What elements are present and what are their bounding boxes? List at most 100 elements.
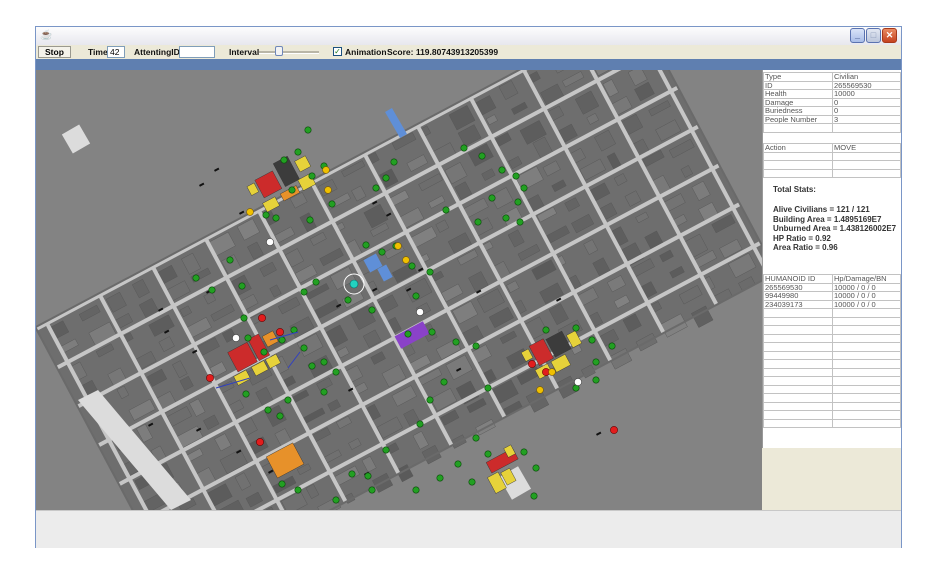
ambulance-team-agent [574, 378, 582, 386]
stat-hp-ratio: HP Ratio = 0.92 [773, 233, 831, 243]
fire-brigade-agent [206, 374, 214, 382]
civilian-agent [408, 262, 416, 270]
civilian-agent [520, 448, 528, 456]
civilian-agent [468, 478, 476, 486]
score-label: Score: 119.80743913205399 [387, 47, 499, 57]
civilian-agent [262, 211, 270, 219]
civilian-agent [332, 368, 340, 376]
action-table: Action MOVE [763, 143, 901, 178]
humanoid-row-cell [763, 367, 833, 377]
humanoid-table[interactable]: HUMANOID ID Hp/Damage/BN 265569530 10000 / … [763, 274, 901, 428]
attending-id-field[interactable] [179, 46, 215, 58]
close-button[interactable]: ✕ [882, 28, 897, 43]
java-cup-icon: ☕ [40, 30, 53, 41]
agent-info-row-cell: 0 [832, 97, 901, 107]
civilian-agent [244, 334, 252, 342]
police-force-agent [536, 386, 544, 394]
maximize-button[interactable]: □ [866, 28, 881, 43]
civilian-agent [426, 268, 434, 276]
agent-info-row-cell: 0 [832, 106, 901, 116]
stop-button[interactable]: Stop [38, 46, 71, 58]
civilian-agent [412, 292, 420, 300]
civilian-agent [300, 288, 308, 296]
action-row [763, 160, 901, 170]
stat-alive-civilians: Alive Civilians = 121 / 121 [773, 205, 870, 214]
humanoid-row-cell [832, 333, 901, 343]
humanoid-row-cell [832, 367, 901, 377]
civilian-agent [592, 358, 600, 366]
title-bar[interactable]: ☕ _ □ ✕ [36, 27, 901, 45]
humanoid-row-cell [832, 384, 901, 394]
humanoid-row-cell [763, 410, 833, 420]
humanoid-header-row-cell: Hp/Damage/BN [832, 274, 901, 284]
ambulance-team-agent [266, 238, 274, 246]
police-force-agent [394, 242, 402, 250]
animation-checkbox[interactable]: ✓ [333, 47, 342, 56]
civilian-agent [192, 274, 200, 282]
animation-label: Animation [345, 47, 387, 57]
civilian-agent [378, 248, 386, 256]
humanoid-row-cell [832, 393, 901, 403]
civilian-agent [368, 306, 376, 314]
civilian-agent [608, 342, 616, 350]
fire-brigade-agent [258, 314, 266, 322]
civilian-agent [306, 216, 314, 224]
civilian-agent [348, 470, 356, 478]
civilian-agent [278, 480, 286, 488]
civilian-agent [294, 486, 302, 494]
action-row [763, 168, 901, 178]
humanoid-row-cell [763, 342, 833, 352]
civilian-agent [226, 256, 234, 264]
civilian-agent [368, 486, 376, 494]
humanoid-row-cell [763, 359, 833, 369]
police-force-agent [324, 186, 332, 194]
agent-info-row: ID 265569530 [763, 80, 901, 90]
humanoid-row-cell [763, 333, 833, 343]
humanoid-row [763, 418, 901, 428]
humanoid-row-cell [763, 316, 833, 326]
action-row-cell [763, 151, 833, 161]
civilian-agent [542, 326, 550, 334]
humanoid-row-cell: 10000 / 0 / 0 [832, 282, 901, 292]
civilian-agent [454, 460, 462, 468]
action-row-cell [832, 160, 901, 170]
civilian-agent [288, 186, 296, 194]
building-white [61, 124, 91, 154]
civilian-agent [240, 314, 248, 322]
total-stats-title: Total Stats: [773, 185, 816, 194]
civilian-agent [304, 126, 312, 134]
humanoid-row [763, 342, 901, 352]
civilian-agent [472, 342, 480, 350]
humanoid-row-cell [832, 350, 901, 360]
humanoid-row-cell [763, 308, 833, 318]
time-label: Time [88, 47, 108, 57]
minimize-button[interactable]: _ [850, 28, 865, 43]
agent-info-row-cell: 10000 [832, 89, 901, 99]
civilian-agent [372, 184, 380, 192]
civilian-agent [238, 282, 246, 290]
humanoid-row: 234039173 10000 / 0 / 0 [763, 299, 901, 309]
city-map-view[interactable] [36, 70, 762, 510]
humanoid-row [763, 393, 901, 403]
fire-brigade-agent [256, 438, 264, 446]
agent-info-row-cell: Health [763, 89, 833, 99]
fire-brigade-agent [276, 328, 284, 336]
city-map-canvas[interactable] [36, 70, 762, 510]
civilian-agent [272, 214, 280, 222]
humanoid-row-cell: 234039173 [763, 299, 833, 309]
interval-slider[interactable] [259, 51, 319, 54]
road-blockade [596, 431, 602, 436]
civilian-agent [478, 152, 486, 160]
time-field[interactable]: 42 [107, 46, 125, 58]
police-force-agent [246, 208, 254, 216]
civilian-agent [426, 396, 434, 404]
humanoid-row [763, 333, 901, 343]
interval-slider-thumb[interactable] [274, 46, 283, 56]
civilian-agent [520, 184, 528, 192]
agent-info-row: Type Civilian [763, 72, 901, 82]
civilian-agent [474, 218, 482, 226]
civilian-agent [328, 200, 336, 208]
humanoid-row [763, 367, 901, 377]
humanoid-row [763, 384, 901, 394]
civilian-agent [390, 158, 398, 166]
